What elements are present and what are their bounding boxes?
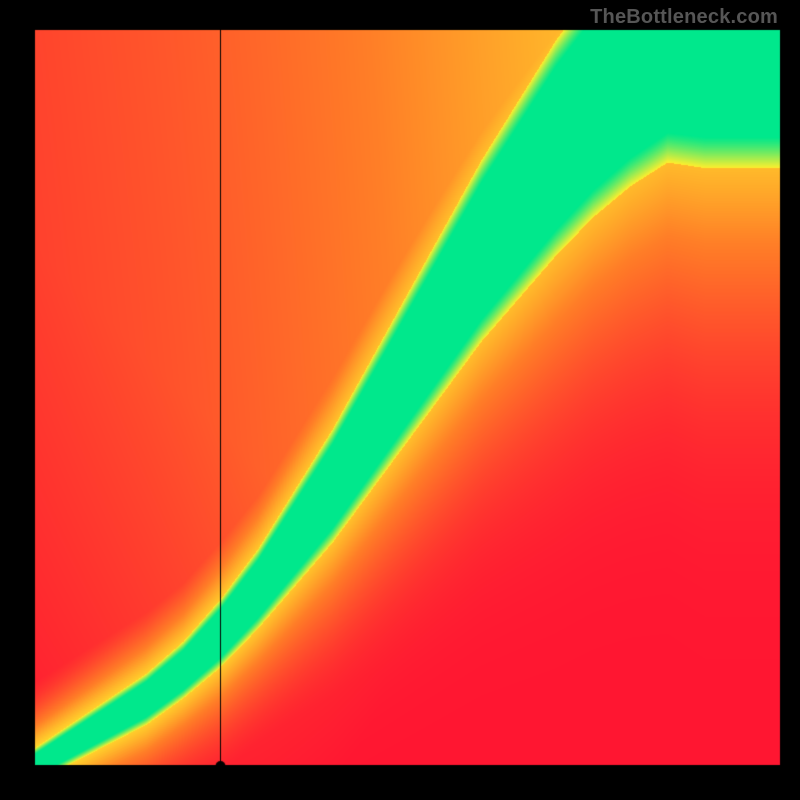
bottleneck-heatmap	[0, 0, 800, 800]
watermark-text: TheBottleneck.com	[590, 6, 778, 29]
